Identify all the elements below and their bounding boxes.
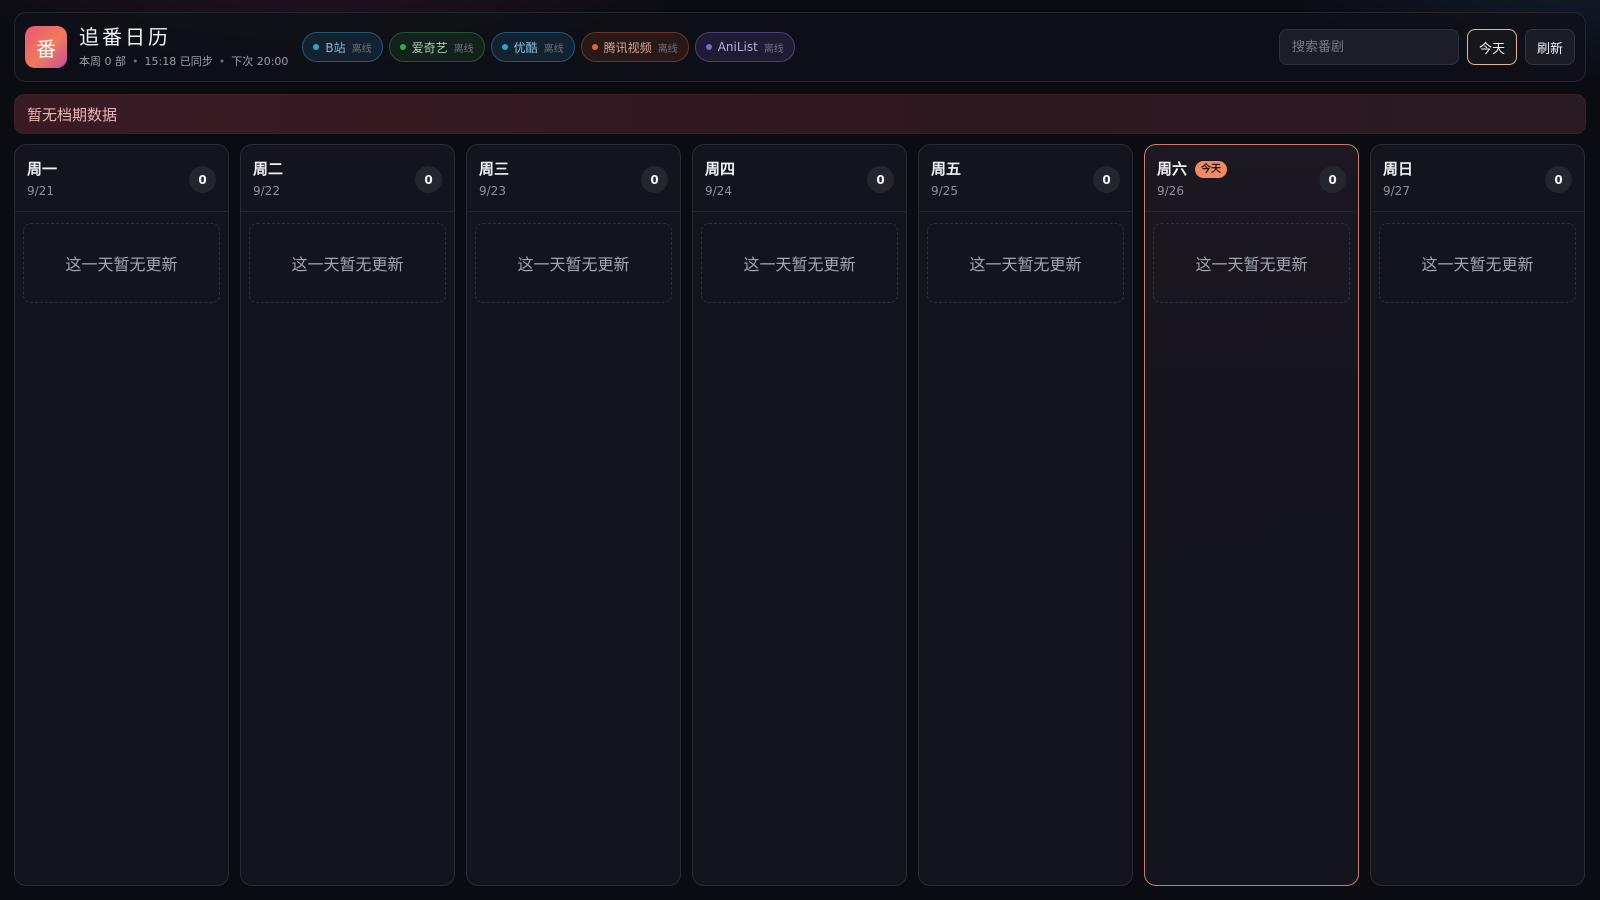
source-status: 离线 bbox=[453, 43, 474, 55]
week-grid: 周一 9/21 0 这一天暂无更新 周二 9/22 0 这一天暂无更新 周三 9… bbox=[14, 144, 1586, 886]
source-name: 腾讯视频 bbox=[603, 40, 652, 55]
day-count-badge: 0 bbox=[867, 166, 894, 193]
search-input[interactable] bbox=[1278, 29, 1459, 65]
notice-banner: 暂无档期数据 bbox=[14, 94, 1586, 134]
empty-state: 这一天暂无更新 bbox=[701, 223, 898, 303]
sync-meta: 本周 0 部 • 15:18 已同步 • 下次 20:00 bbox=[79, 53, 288, 69]
source-status: 离线 bbox=[657, 43, 678, 55]
status-dot-icon bbox=[313, 44, 320, 50]
empty-state: 这一天暂无更新 bbox=[249, 223, 446, 303]
day-column-thu: 周四 9/24 0 这一天暂无更新 bbox=[692, 144, 907, 886]
source-status: 离线 bbox=[763, 43, 784, 55]
day-date: 9/21 bbox=[27, 184, 54, 198]
day-date: 9/26 bbox=[1157, 184, 1184, 198]
day-date: 9/23 bbox=[479, 184, 506, 198]
day-name-row: 周四 bbox=[705, 159, 894, 179]
app-title: 追番日历 bbox=[79, 25, 171, 49]
day-count-badge: 0 bbox=[1093, 166, 1120, 193]
status-dot-icon bbox=[705, 44, 712, 50]
status-dot-icon bbox=[591, 44, 598, 50]
day-name: 周日 bbox=[1383, 160, 1414, 178]
source-status: 离线 bbox=[351, 43, 372, 55]
day-header: 周日 9/27 0 bbox=[1371, 145, 1584, 212]
day-name: 周五 bbox=[931, 160, 962, 178]
day-name-row: 周五 bbox=[931, 159, 1120, 179]
day-column-tue: 周二 9/22 0 这一天暂无更新 bbox=[240, 144, 455, 886]
today-badge: 今天 bbox=[1195, 160, 1228, 178]
day-name-row: 周六 今天 bbox=[1157, 159, 1346, 179]
day-name-row: 周三 bbox=[479, 159, 668, 179]
source-status: 离线 bbox=[543, 43, 564, 55]
source-chip-bilibili[interactable]: B站 离线 bbox=[302, 32, 383, 62]
source-chip-anilist[interactable]: AniList 离线 bbox=[694, 32, 795, 62]
day-name: 周四 bbox=[705, 160, 736, 178]
today-button[interactable]: 今天 bbox=[1466, 29, 1517, 65]
day-date: 9/22 bbox=[253, 184, 280, 198]
status-dot-icon bbox=[501, 44, 508, 50]
app-header: 番 追番日历 本周 0 部 • 15:18 已同步 • 下次 20:00 B站 … bbox=[14, 12, 1586, 82]
day-header: 周五 9/25 0 bbox=[919, 145, 1132, 212]
meta-separator: • bbox=[218, 54, 226, 68]
day-count-badge: 0 bbox=[189, 166, 216, 193]
week-count: 本周 0 部 bbox=[79, 55, 126, 68]
brand: 追番日历 本周 0 部 • 15:18 已同步 • 下次 20:00 bbox=[79, 24, 288, 70]
day-count-badge: 0 bbox=[1319, 166, 1346, 193]
empty-state: 这一天暂无更新 bbox=[1379, 223, 1576, 303]
day-name-row: 周二 bbox=[253, 159, 442, 179]
day-count-badge: 0 bbox=[641, 166, 668, 193]
logo-glyph: 番 bbox=[36, 36, 56, 61]
source-name: 爱奇艺 bbox=[411, 40, 448, 55]
source-name: AniList bbox=[717, 40, 758, 54]
sync-status: 15:18 已同步 bbox=[144, 55, 213, 68]
day-count-badge: 0 bbox=[1545, 166, 1572, 193]
day-column-fri: 周五 9/25 0 这一天暂无更新 bbox=[918, 144, 1133, 886]
day-column-sat: 周六 今天 9/26 0 这一天暂无更新 bbox=[1144, 144, 1359, 886]
day-name: 周六 bbox=[1157, 160, 1188, 178]
day-date: 9/27 bbox=[1383, 184, 1410, 198]
empty-state: 这一天暂无更新 bbox=[475, 223, 672, 303]
day-name-row: 周一 bbox=[27, 159, 216, 179]
day-header: 周四 9/24 0 bbox=[693, 145, 906, 212]
refresh-button[interactable]: 刷新 bbox=[1524, 29, 1575, 65]
day-column-sun: 周日 9/27 0 这一天暂无更新 bbox=[1370, 144, 1585, 886]
day-count-badge: 0 bbox=[415, 166, 442, 193]
empty-state: 这一天暂无更新 bbox=[927, 223, 1124, 303]
source-name: B站 bbox=[325, 40, 346, 55]
day-header: 周一 9/21 0 bbox=[15, 145, 228, 212]
day-column-wed: 周三 9/23 0 这一天暂无更新 bbox=[466, 144, 681, 886]
status-dot-icon bbox=[399, 44, 406, 50]
next-sync: 下次 20:00 bbox=[231, 55, 289, 68]
meta-separator: • bbox=[132, 54, 139, 68]
source-chips: B站 离线 爱奇艺 离线 优酷 离线 腾讯视频 离线 AniList 离线 bbox=[302, 32, 795, 62]
source-chip-tencent[interactable]: 腾讯视频 离线 bbox=[580, 32, 689, 62]
day-name: 周三 bbox=[479, 160, 510, 178]
app-logo: 番 bbox=[25, 26, 67, 68]
day-name: 周二 bbox=[253, 160, 284, 178]
day-date: 9/25 bbox=[931, 184, 958, 198]
empty-state: 这一天暂无更新 bbox=[23, 223, 220, 303]
source-chip-youku[interactable]: 优酷 离线 bbox=[490, 32, 575, 62]
day-header: 周二 9/22 0 bbox=[241, 145, 454, 212]
day-name: 周一 bbox=[27, 160, 58, 178]
source-name: 优酷 bbox=[513, 40, 538, 55]
empty-state: 这一天暂无更新 bbox=[1153, 223, 1350, 303]
day-column-mon: 周一 9/21 0 这一天暂无更新 bbox=[14, 144, 229, 886]
notice-text: 暂无档期数据 bbox=[27, 105, 118, 124]
source-chip-iqiyi[interactable]: 爱奇艺 离线 bbox=[388, 32, 485, 62]
day-header: 周三 9/23 0 bbox=[467, 145, 680, 212]
day-header: 周六 今天 9/26 0 bbox=[1145, 145, 1358, 212]
day-name-row: 周日 bbox=[1383, 159, 1572, 179]
day-date: 9/24 bbox=[705, 184, 732, 198]
